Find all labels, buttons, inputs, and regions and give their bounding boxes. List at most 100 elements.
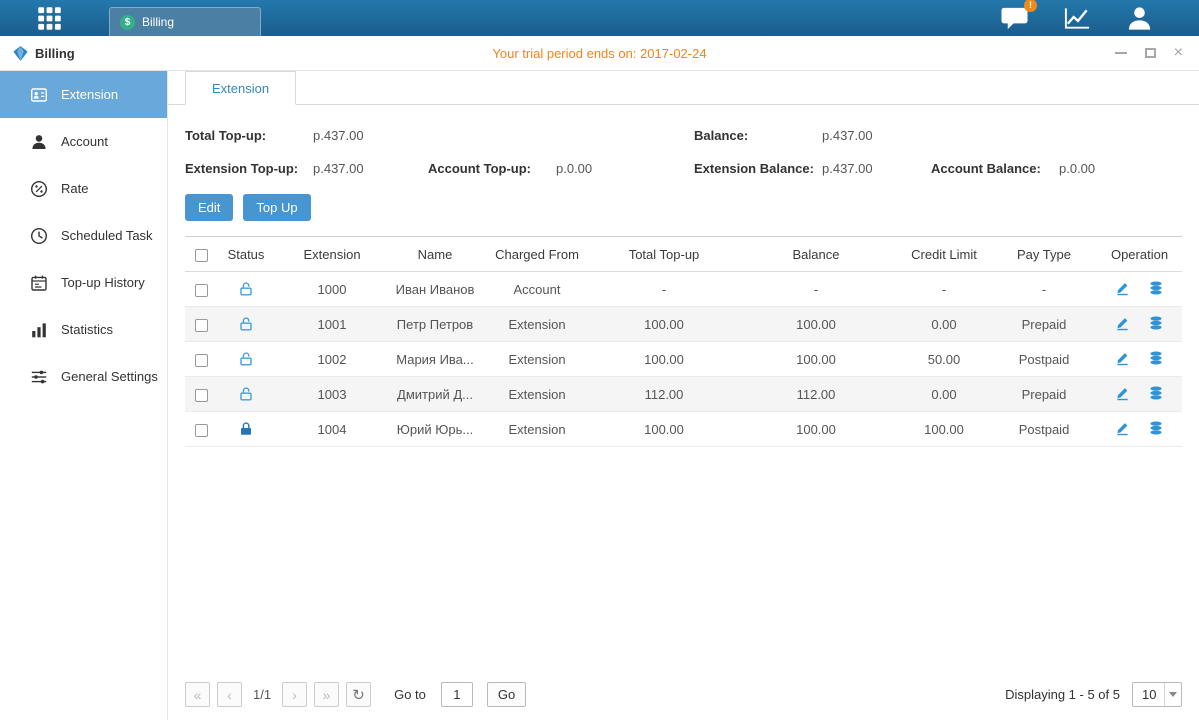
- calendar-icon: [30, 274, 48, 292]
- sidebar-item-label: Extension: [61, 87, 118, 102]
- goto-label: Go to: [394, 687, 426, 702]
- credit-limit-cell: -: [897, 272, 991, 307]
- summary-extension-balance: Extension Balance: p.437.00: [694, 161, 931, 176]
- pager-controls: « ‹ 1/1 › » ↻ Go to Go: [185, 682, 526, 707]
- sidebar-item-label: Rate: [61, 181, 88, 196]
- charged-from-cell: Extension: [481, 377, 593, 412]
- main-content: Extension Total Top-up: p.437.00 Balance…: [168, 71, 1199, 720]
- balance-cell: 112.00: [735, 377, 897, 412]
- sidebar-item-scheduled-task[interactable]: Scheduled Task: [0, 212, 167, 259]
- status-lock-icon: [238, 421, 254, 437]
- edit-icon[interactable]: [1115, 350, 1130, 366]
- chart-icon[interactable]: [1063, 5, 1092, 31]
- balance-cell: 100.00: [735, 342, 897, 377]
- last-page-button[interactable]: »: [314, 682, 339, 707]
- table-row[interactable]: 1004 Юрий Юрь... Extension 100.00 100.00…: [185, 412, 1182, 447]
- status-lock-icon: [238, 351, 254, 367]
- summary-account-topup: Account Top-up: p.0.00: [428, 161, 694, 176]
- col-header-extension: Extension: [275, 237, 389, 272]
- sidebar-item-general-settings[interactable]: General Settings: [0, 353, 167, 400]
- tab-extension[interactable]: Extension: [185, 71, 296, 105]
- page-size-value: 10: [1142, 687, 1156, 702]
- extension-cell: 1003: [275, 377, 389, 412]
- top-up-button[interactable]: Top Up: [243, 194, 310, 221]
- col-header-credit-limit: Credit Limit: [897, 237, 991, 272]
- pay-type-cell: Postpaid: [991, 412, 1097, 447]
- trial-notice: Your trial period ends on: 2017-02-24: [0, 46, 1199, 61]
- col-header-balance: Balance: [735, 237, 897, 272]
- billing-tab-label: Billing: [142, 15, 174, 29]
- edit-icon[interactable]: [1115, 385, 1130, 401]
- first-page-button[interactable]: «: [185, 682, 210, 707]
- clock-icon: [30, 227, 48, 245]
- apps-grid-icon[interactable]: [36, 0, 63, 36]
- goto-page-input[interactable]: [441, 682, 473, 707]
- pagination-bar: « ‹ 1/1 › » ↻ Go to Go Displaying 1 - 5 …: [185, 682, 1182, 707]
- sidebar-item-rate[interactable]: Rate: [0, 165, 167, 212]
- extension-cell: 1004: [275, 412, 389, 447]
- sidebar-item-account[interactable]: Account: [0, 118, 167, 165]
- refresh-button[interactable]: ↻: [346, 682, 371, 707]
- action-bar: Edit Top Up: [185, 194, 1182, 221]
- sidebar-item-extension[interactable]: Extension: [0, 71, 167, 118]
- credit-limit-cell: 0.00: [897, 307, 991, 342]
- credit-limit-cell: 50.00: [897, 342, 991, 377]
- total-topup-cell: -: [593, 272, 735, 307]
- extensions-table-wrap: Status Extension Name Charged From Total…: [185, 236, 1182, 447]
- chat-icon[interactable]: !: [1000, 5, 1029, 32]
- table-row[interactable]: 1001 Петр Петров Extension 100.00 100.00…: [185, 307, 1182, 342]
- edit-icon[interactable]: [1115, 315, 1130, 331]
- sidebar: Extension Account Rate Scheduled Task: [0, 71, 168, 720]
- edit-icon[interactable]: [1115, 280, 1130, 296]
- pay-type-cell: -: [991, 272, 1097, 307]
- total-topup-cell: 100.00: [593, 342, 735, 377]
- app-body: Extension Account Rate Scheduled Task: [0, 71, 1199, 720]
- row-checkbox[interactable]: [195, 319, 208, 332]
- topbar-right-icons: !: [1000, 0, 1153, 36]
- maximize-icon[interactable]: [1145, 48, 1156, 58]
- sidebar-item-label: General Settings: [61, 369, 158, 384]
- prev-page-button[interactable]: ‹: [217, 682, 242, 707]
- edit-icon[interactable]: [1115, 420, 1130, 436]
- go-button[interactable]: Go: [487, 682, 526, 707]
- sidebar-item-label: Account: [61, 134, 108, 149]
- row-checkbox[interactable]: [195, 424, 208, 437]
- credit-limit-cell: 0.00: [897, 377, 991, 412]
- topup-icon[interactable]: [1148, 420, 1164, 436]
- table-row[interactable]: 1003 Дмитрий Д... Extension 112.00 112.0…: [185, 377, 1182, 412]
- next-page-button[interactable]: ›: [282, 682, 307, 707]
- balance-cell: 100.00: [735, 307, 897, 342]
- topup-icon[interactable]: [1148, 385, 1164, 401]
- sidebar-item-topup-history[interactable]: Top-up History: [0, 259, 167, 306]
- col-header-name: Name: [389, 237, 481, 272]
- topup-icon[interactable]: [1148, 315, 1164, 331]
- row-checkbox[interactable]: [195, 389, 208, 402]
- row-checkbox[interactable]: [195, 284, 208, 297]
- table-row[interactable]: 1002 Мария Ива... Extension 100.00 100.0…: [185, 342, 1182, 377]
- minimize-icon[interactable]: [1115, 52, 1127, 54]
- balance-cell: -: [735, 272, 897, 307]
- status-lock-icon: [238, 386, 254, 402]
- sidebar-item-statistics[interactable]: Statistics: [0, 306, 167, 353]
- edit-button[interactable]: Edit: [185, 194, 233, 221]
- billing-window-tab[interactable]: $ Billing: [109, 7, 261, 36]
- name-cell: Юрий Юрь...: [389, 412, 481, 447]
- sliders-icon: [30, 368, 48, 386]
- row-checkbox[interactable]: [195, 354, 208, 367]
- extension-icon: [30, 86, 48, 104]
- total-topup-cell: 100.00: [593, 307, 735, 342]
- chevron-down-icon: [1164, 683, 1181, 706]
- balance-cell: 100.00: [735, 412, 897, 447]
- credit-limit-cell: 100.00: [897, 412, 991, 447]
- select-all-checkbox[interactable]: [195, 249, 208, 262]
- topup-icon[interactable]: [1148, 350, 1164, 366]
- col-header-status: Status: [217, 237, 275, 272]
- table-row[interactable]: 1000 Иван Иванов Account - - - -: [185, 272, 1182, 307]
- col-header-pay-type: Pay Type: [991, 237, 1097, 272]
- title-bar: Billing Your trial period ends on: 2017-…: [0, 36, 1199, 71]
- topup-icon[interactable]: [1148, 280, 1164, 296]
- close-icon[interactable]: ×: [1174, 45, 1183, 61]
- user-icon[interactable]: [1126, 5, 1153, 31]
- page-size-select[interactable]: 10: [1132, 682, 1182, 707]
- top-bar: $ Billing !: [0, 0, 1199, 36]
